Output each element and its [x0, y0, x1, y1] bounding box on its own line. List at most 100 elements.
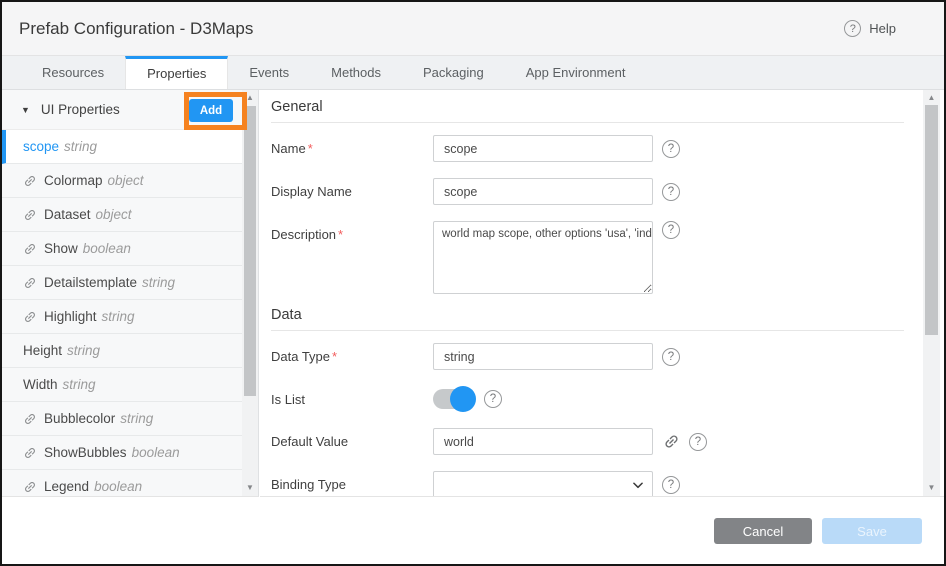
field-row-name: Name*? — [271, 135, 904, 162]
help-icon[interactable]: ? — [662, 221, 680, 239]
chain-link-icon — [23, 276, 37, 290]
section-title-general: General — [271, 99, 904, 123]
help-icon[interactable]: ? — [662, 183, 680, 201]
help-icon[interactable]: ? — [484, 390, 502, 408]
required-asterisk: * — [332, 349, 337, 364]
property-name: Width — [23, 377, 58, 392]
field-label-text: Data Type — [271, 349, 330, 364]
data-type-input[interactable] — [433, 343, 653, 370]
tab-events[interactable]: Events — [228, 56, 310, 89]
chain-link-icon — [23, 310, 37, 324]
field-row-binding-type: Binding Type? — [271, 471, 904, 496]
field-label-display-name: Display Name — [271, 184, 433, 199]
sidebar-header: ▼ UI Properties Add — [2, 90, 258, 130]
sidebar-item-showbubbles[interactable]: ShowBubblesboolean — [2, 436, 242, 470]
sidebar-scrollbar-thumb[interactable] — [244, 106, 256, 396]
field-row-default-value: Default Value? — [271, 428, 904, 455]
help-icon[interactable]: ? — [689, 433, 707, 451]
save-button[interactable]: Save — [822, 518, 922, 544]
property-type: string — [67, 343, 100, 358]
is-list-toggle[interactable] — [433, 389, 475, 409]
property-name: Height — [23, 343, 62, 358]
sidebar-item-legend[interactable]: Legend boolean — [2, 470, 242, 496]
triangle-down-icon[interactable]: ▼ — [242, 482, 258, 494]
field-label-description: Description* — [271, 221, 433, 242]
help-icon[interactable]: ? — [662, 348, 680, 366]
chain-link-icon — [23, 412, 37, 426]
property-type: string — [64, 139, 97, 154]
property-name: scope — [23, 139, 59, 154]
chain-link-icon — [23, 446, 37, 460]
field-row-display-name: Display Name? — [271, 178, 904, 205]
property-name: Detailstemplate — [44, 275, 137, 290]
binding-type-select[interactable] — [433, 471, 653, 496]
cancel-button[interactable]: Cancel — [714, 518, 812, 544]
display-name-input[interactable] — [433, 178, 653, 205]
chain-link-icon — [23, 480, 37, 494]
sidebar-scrollbar[interactable]: ▲ ▼ — [242, 90, 258, 496]
tab-resources[interactable]: Resources — [21, 56, 125, 89]
field-row-data-type: Data Type*? — [271, 343, 904, 370]
property-type: object — [96, 207, 132, 222]
triangle-up-icon[interactable]: ▲ — [923, 92, 940, 104]
sidebar-item-show[interactable]: Showboolean — [2, 232, 242, 266]
tab-packaging[interactable]: Packaging — [402, 56, 505, 89]
chain-link-icon — [23, 242, 37, 256]
help-label: Help — [869, 21, 896, 36]
property-type: boolean — [83, 241, 131, 256]
add-button[interactable]: Add — [189, 99, 233, 122]
chain-link-icon — [23, 208, 37, 222]
property-type: boolean — [94, 479, 142, 494]
property-name: Dataset — [44, 207, 91, 222]
help-icon[interactable]: ? — [662, 140, 680, 158]
sidebar-item-dataset[interactable]: Dataset object — [2, 198, 242, 232]
required-asterisk: * — [308, 141, 313, 156]
sidebar-item-highlight[interactable]: Highlightstring — [2, 300, 242, 334]
main-scrollbar[interactable]: ▲ ▼ — [923, 90, 940, 496]
triangle-down-icon[interactable]: ▼ — [21, 105, 30, 115]
sidebar-item-height[interactable]: Height string — [2, 334, 242, 368]
property-type: object — [108, 173, 144, 188]
field-label-text: Name — [271, 141, 306, 156]
sidebar-item-width[interactable]: Width string — [2, 368, 242, 402]
property-type: boolean — [132, 445, 180, 460]
tab-bar: ResourcesPropertiesEventsMethodsPackagin… — [2, 56, 944, 90]
default-value-input[interactable] — [433, 428, 653, 455]
footer: Cancel Save — [2, 497, 944, 564]
tab-properties[interactable]: Properties — [125, 56, 228, 89]
property-form: GeneralName*?Display Name?Description*wo… — [260, 90, 904, 496]
required-asterisk: * — [338, 227, 343, 242]
help-icon[interactable]: ? — [662, 476, 680, 494]
triangle-up-icon[interactable]: ▲ — [242, 92, 258, 104]
name-input[interactable] — [433, 135, 653, 162]
tab-app-environment[interactable]: App Environment — [505, 56, 647, 89]
field-label-name: Name* — [271, 141, 433, 156]
property-type: string — [63, 377, 96, 392]
description-textarea[interactable]: world map scope, other options 'usa', 'i… — [433, 221, 653, 294]
ui-properties-label: UI Properties — [41, 102, 120, 117]
sidebar: ▼ UI Properties Add scope string Colormapo… — [2, 90, 259, 497]
field-row-description: Description*world map scope, other optio… — [271, 221, 904, 294]
tab-methods[interactable]: Methods — [310, 56, 402, 89]
sidebar-item-scope[interactable]: scope string — [2, 130, 242, 164]
chevron-down-icon — [631, 478, 645, 492]
property-name: Legend — [44, 479, 89, 494]
toggle-knob — [450, 386, 476, 412]
field-label-default-value: Default Value — [271, 434, 433, 449]
triangle-down-icon[interactable]: ▼ — [923, 482, 940, 494]
field-label-text: Binding Type — [271, 477, 346, 492]
bind-link-icon[interactable] — [663, 433, 680, 450]
property-type: string — [102, 309, 135, 324]
field-label-binding-type: Binding Type — [271, 477, 433, 492]
main-scrollbar-thumb[interactable] — [925, 105, 938, 335]
sidebar-item-colormap[interactable]: Colormapobject — [2, 164, 242, 198]
help-button[interactable]: ? Help — [844, 2, 896, 55]
sidebar-item-detailstemplate[interactable]: Detailstemplatestring — [2, 266, 242, 300]
field-label-text: Is List — [271, 392, 305, 407]
field-label-text: Display Name — [271, 184, 352, 199]
section-title-data: Data — [271, 307, 904, 331]
titlebar: Prefab Configuration - D3Maps ? Help — [2, 2, 944, 56]
properties-list: scope string Colormapobject Dataset object Sh… — [2, 130, 242, 496]
dialog-title: Prefab Configuration - D3Maps — [19, 19, 253, 39]
sidebar-item-bubblecolor[interactable]: Bubblecolorstring — [2, 402, 242, 436]
